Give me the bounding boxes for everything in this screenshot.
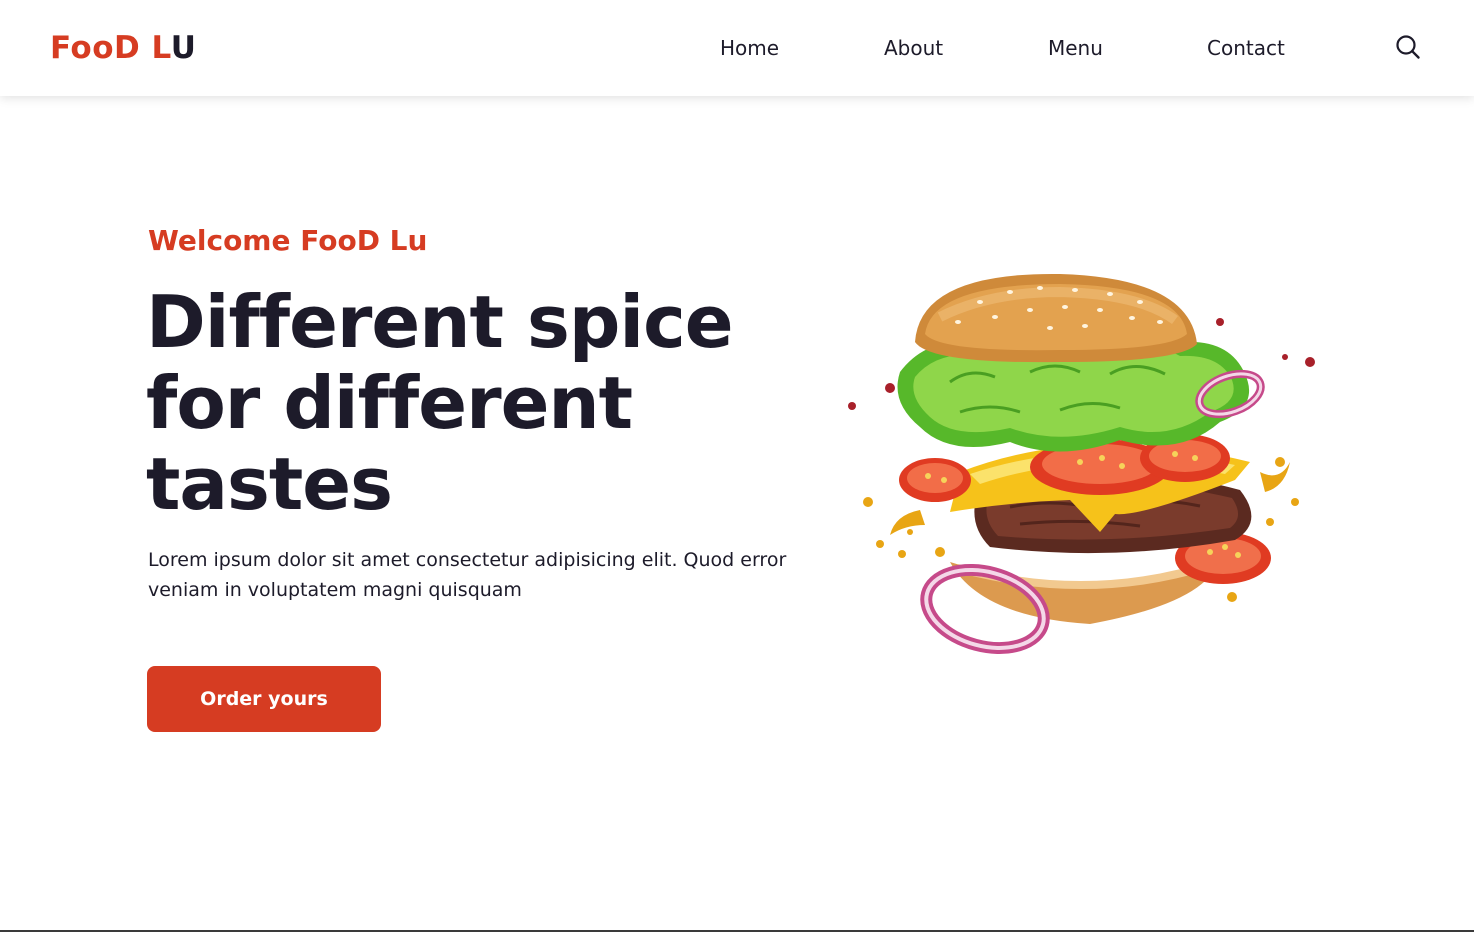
order-button[interactable]: Order yours xyxy=(147,666,381,732)
search-button[interactable] xyxy=(1394,33,1422,61)
nav-link-menu[interactable]: Menu xyxy=(1048,34,1103,62)
hero-description: Lorem ipsum dolor sit amet consectetur a… xyxy=(148,549,787,601)
hero-subtitle: Welcome FooD Lu xyxy=(148,224,428,257)
nav-link-about[interactable]: About xyxy=(884,34,943,62)
search-icon xyxy=(1396,35,1420,59)
hero-title: Different spice for different tastes xyxy=(146,280,734,526)
navbar: FooD LU Home About Menu Contact xyxy=(0,0,1474,96)
nav-link-home[interactable]: Home xyxy=(720,34,779,62)
main-nav: Home About Menu Contact xyxy=(0,34,1474,64)
nav-link-contact[interactable]: Contact xyxy=(1207,34,1285,62)
flying-burger-image xyxy=(848,273,1315,654)
